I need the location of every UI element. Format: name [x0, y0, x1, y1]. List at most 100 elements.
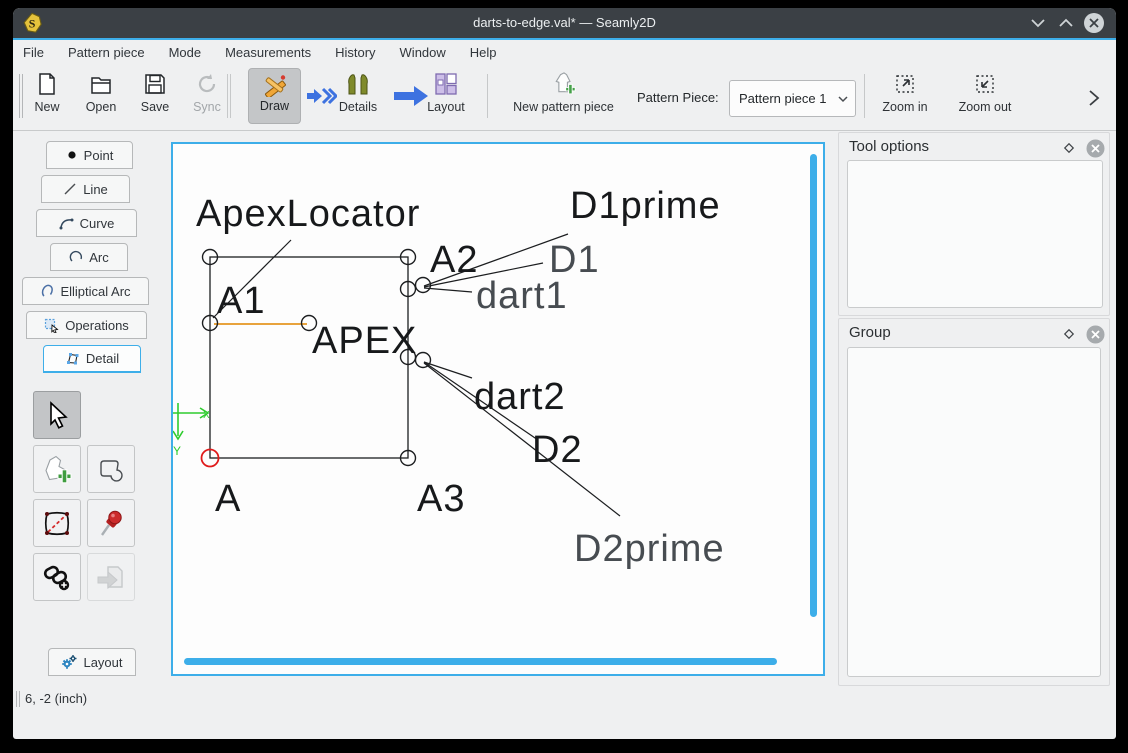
details-button[interactable]: Details: [330, 72, 386, 114]
group-float-button[interactable]: [1059, 324, 1079, 344]
close-icon[interactable]: [1083, 12, 1105, 34]
layout-label: Layout: [418, 100, 474, 114]
new-document-icon: [35, 72, 59, 96]
label-a2[interactable]: A2: [430, 239, 478, 281]
tab-point[interactable]: Point: [46, 141, 133, 169]
label-a1[interactable]: A1: [217, 280, 265, 322]
label-apexlocator[interactable]: ApexLocator: [196, 193, 420, 235]
label-dart2[interactable]: dart2: [474, 376, 566, 418]
new-workpiece-tool-button[interactable]: [33, 445, 81, 493]
pattern-piece-dropdown[interactable]: Pattern piece 1: [729, 80, 856, 117]
details-label: Details: [330, 100, 386, 114]
menu-mode[interactable]: Mode: [169, 45, 202, 60]
layout-button[interactable]: Layout: [418, 72, 474, 114]
zoom-in-button[interactable]: Zoom in: [877, 72, 933, 114]
workpiece-shape-tool-button[interactable]: [87, 445, 135, 493]
cursor-arrow-icon: [42, 400, 72, 430]
select-tool-button[interactable]: [33, 391, 81, 439]
draw-button[interactable]: Draw: [248, 68, 301, 124]
arc-icon: [69, 250, 83, 264]
point-d2prime[interactable]: [416, 353, 431, 368]
internal-path-tool-button[interactable]: [33, 499, 81, 547]
save-floppy-icon: [143, 72, 167, 96]
tool-options-panel: [847, 160, 1103, 308]
layout-grid-icon: [434, 72, 458, 96]
curve-icon: [59, 216, 74, 230]
menu-file[interactable]: File: [23, 45, 44, 60]
details-vest-icon: [346, 72, 370, 96]
zoom-in-label: Zoom in: [877, 100, 933, 114]
toolbar: New Open Save Sync: [13, 64, 1116, 131]
tab-elliptical-arc[interactable]: Elliptical Arc: [22, 277, 149, 305]
add-pattern-piece-icon: [42, 454, 72, 484]
open-label: Open: [73, 100, 129, 114]
zoom-out-icon: [973, 72, 997, 96]
group-title: Group: [849, 324, 891, 341]
tool-options-close-button[interactable]: [1085, 138, 1105, 158]
tab-operations-label: Operations: [65, 318, 129, 333]
tab-arc[interactable]: Arc: [50, 243, 128, 271]
float-diamond-icon: [1063, 328, 1075, 340]
toolbar-separator: [227, 74, 228, 118]
union-tool-button[interactable]: [33, 553, 81, 601]
drawing-canvas[interactable]: X Y ApexLocator D1prime A2 D1 dart1 A1 A…: [171, 142, 825, 676]
open-folder-icon: [89, 72, 113, 96]
axis-y-label: Y: [173, 444, 181, 458]
statusbar-grip: [19, 691, 20, 707]
close-icon: [1086, 325, 1105, 344]
tab-elliptical-arc-label: Elliptical Arc: [60, 284, 130, 299]
menu-window[interactable]: Window: [400, 45, 446, 60]
save-button[interactable]: Save: [127, 72, 183, 114]
toolbar-overflow-chevron-icon[interactable]: [1086, 88, 1102, 108]
tab-operations[interactable]: Operations: [26, 311, 147, 339]
application-window: S darts-to-edge.val* — Seamly2D File Pat…: [0, 0, 1128, 753]
group-close-button[interactable]: [1085, 324, 1105, 344]
sync-icon: [195, 72, 219, 96]
new-button[interactable]: New: [19, 72, 75, 114]
insert-node-tool-button: [87, 553, 135, 601]
titlebar[interactable]: S darts-to-edge.val* — Seamly2D: [13, 8, 1116, 38]
tab-curve-label: Curve: [80, 216, 115, 231]
tab-detail[interactable]: Detail: [43, 345, 141, 373]
menu-help[interactable]: Help: [470, 45, 497, 60]
label-d2prime[interactable]: D2prime: [574, 528, 725, 570]
tab-layout-label: Layout: [83, 655, 122, 670]
menu-pattern-piece[interactable]: Pattern piece: [68, 45, 145, 60]
label-apex[interactable]: APEX: [312, 320, 417, 362]
origin-axes: [173, 403, 208, 439]
minimize-icon[interactable]: [1030, 18, 1046, 28]
pushpin-icon: [96, 508, 126, 538]
float-diamond-icon: [1063, 142, 1075, 154]
label-a[interactable]: A: [215, 478, 241, 520]
menu-history[interactable]: History: [335, 45, 375, 60]
new-label: New: [19, 100, 75, 114]
open-button[interactable]: Open: [73, 72, 129, 114]
vertical-scrollbar[interactable]: [810, 154, 817, 617]
zoom-out-button[interactable]: Zoom out: [957, 72, 1013, 114]
new-pattern-piece-button[interactable]: New pattern piece: [499, 72, 628, 114]
maximize-icon[interactable]: [1058, 18, 1074, 28]
tool-options-float-button[interactable]: [1059, 138, 1079, 158]
point-icon: [66, 149, 78, 161]
insert-node-icon: [96, 562, 126, 592]
tab-layout[interactable]: Layout: [48, 648, 136, 676]
pin-tool-button[interactable]: [87, 499, 135, 547]
group-panel: [847, 347, 1101, 677]
pattern-piece-value: Pattern piece 1: [739, 91, 837, 106]
line-icon: [63, 182, 77, 196]
zoom-in-icon: [893, 72, 917, 96]
internal-path-icon: [42, 508, 72, 538]
menu-measurements[interactable]: Measurements: [225, 45, 311, 60]
horizontal-scrollbar[interactable]: [184, 658, 777, 665]
tool-options-title: Tool options: [849, 138, 929, 155]
label-d2[interactable]: D2: [532, 429, 583, 471]
label-dart1[interactable]: dart1: [476, 275, 568, 317]
tab-curve[interactable]: Curve: [36, 209, 137, 237]
label-d1prime[interactable]: D1prime: [570, 185, 721, 227]
label-a3[interactable]: A3: [417, 478, 465, 520]
tab-detail-label: Detail: [86, 351, 119, 366]
pattern-drawing: X Y ApexLocator D1prime A2 D1 dart1 A1 A…: [173, 144, 823, 674]
group-dock: Group: [838, 318, 1110, 686]
new-pattern-piece-label: New pattern piece: [499, 100, 628, 114]
tab-line[interactable]: Line: [41, 175, 130, 203]
